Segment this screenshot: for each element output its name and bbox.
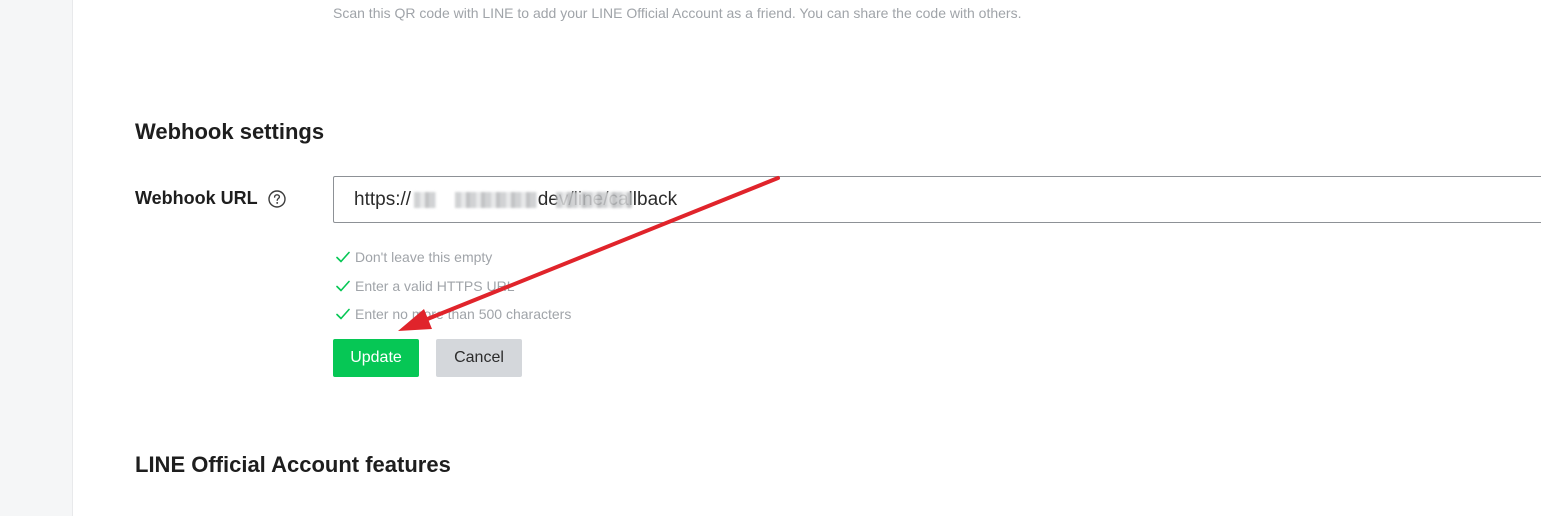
redacted-url-segment (414, 192, 436, 208)
webhook-settings-title: Webhook settings (135, 119, 325, 144)
settings-page: Scan this QR code with LINE to add your … (0, 0, 1541, 516)
validation-text: Enter no more than 500 characters (355, 306, 572, 323)
validation-text: Enter a valid HTTPS URL (355, 277, 515, 294)
cancel-button[interactable]: Cancel (436, 339, 522, 377)
annotation-arrow (398, 176, 780, 331)
webhook-url-label: Webhook URL (135, 188, 286, 209)
validation-text: Don't leave this empty (355, 249, 493, 266)
qr-code-description: Scan this QR code with LINE to add your … (333, 5, 1022, 21)
check-icon (336, 308, 350, 320)
left-sidebar (0, 0, 73, 516)
validation-list: Don't leave this empty Enter a valid HTT… (336, 243, 571, 329)
validation-item: Enter a valid HTTPS URL (336, 272, 571, 301)
features-title: LINE Official Account features (135, 452, 451, 477)
webhook-url-label-text: Webhook URL (135, 188, 258, 208)
check-icon (336, 280, 350, 292)
check-icon (336, 251, 350, 263)
validation-item: Don't leave this empty (336, 243, 571, 272)
validation-item: Enter no more than 500 characters (336, 300, 571, 329)
redacted-url-segment (556, 192, 632, 208)
question-circle-icon[interactable] (267, 189, 286, 208)
redacted-url-segment (455, 192, 537, 208)
update-button[interactable]: Update (333, 339, 419, 377)
